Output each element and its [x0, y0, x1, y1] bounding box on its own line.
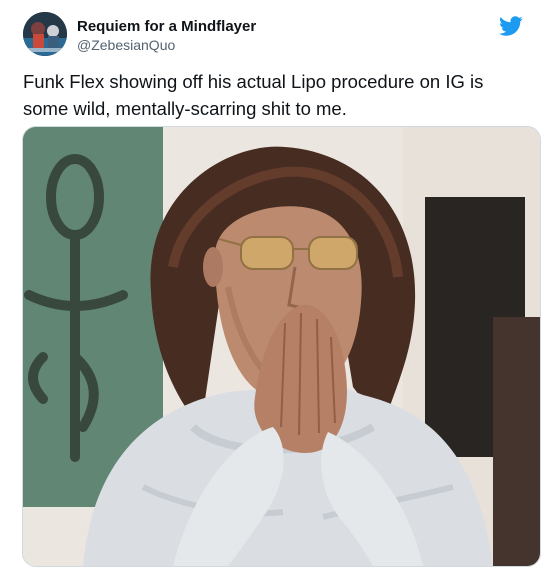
- avatar[interactable]: [23, 12, 67, 56]
- tweet-header: Requiem for a Mindflayer @ZebesianQuo: [23, 12, 523, 60]
- tweet-text: Funk Flex showing off his actual Lipo pr…: [23, 71, 484, 119]
- twitter-bird-icon[interactable]: [499, 14, 523, 38]
- author-handle[interactable]: @ZebesianQuo: [77, 37, 175, 53]
- tweet-card: Requiem for a Mindflayer @ZebesianQuo Fu…: [0, 0, 542, 569]
- avatar-icon: [23, 12, 67, 56]
- author-display-name[interactable]: Requiem for a Mindflayer: [77, 18, 256, 35]
- photo-icon: [23, 127, 540, 566]
- tweet-photo[interactable]: [22, 126, 541, 567]
